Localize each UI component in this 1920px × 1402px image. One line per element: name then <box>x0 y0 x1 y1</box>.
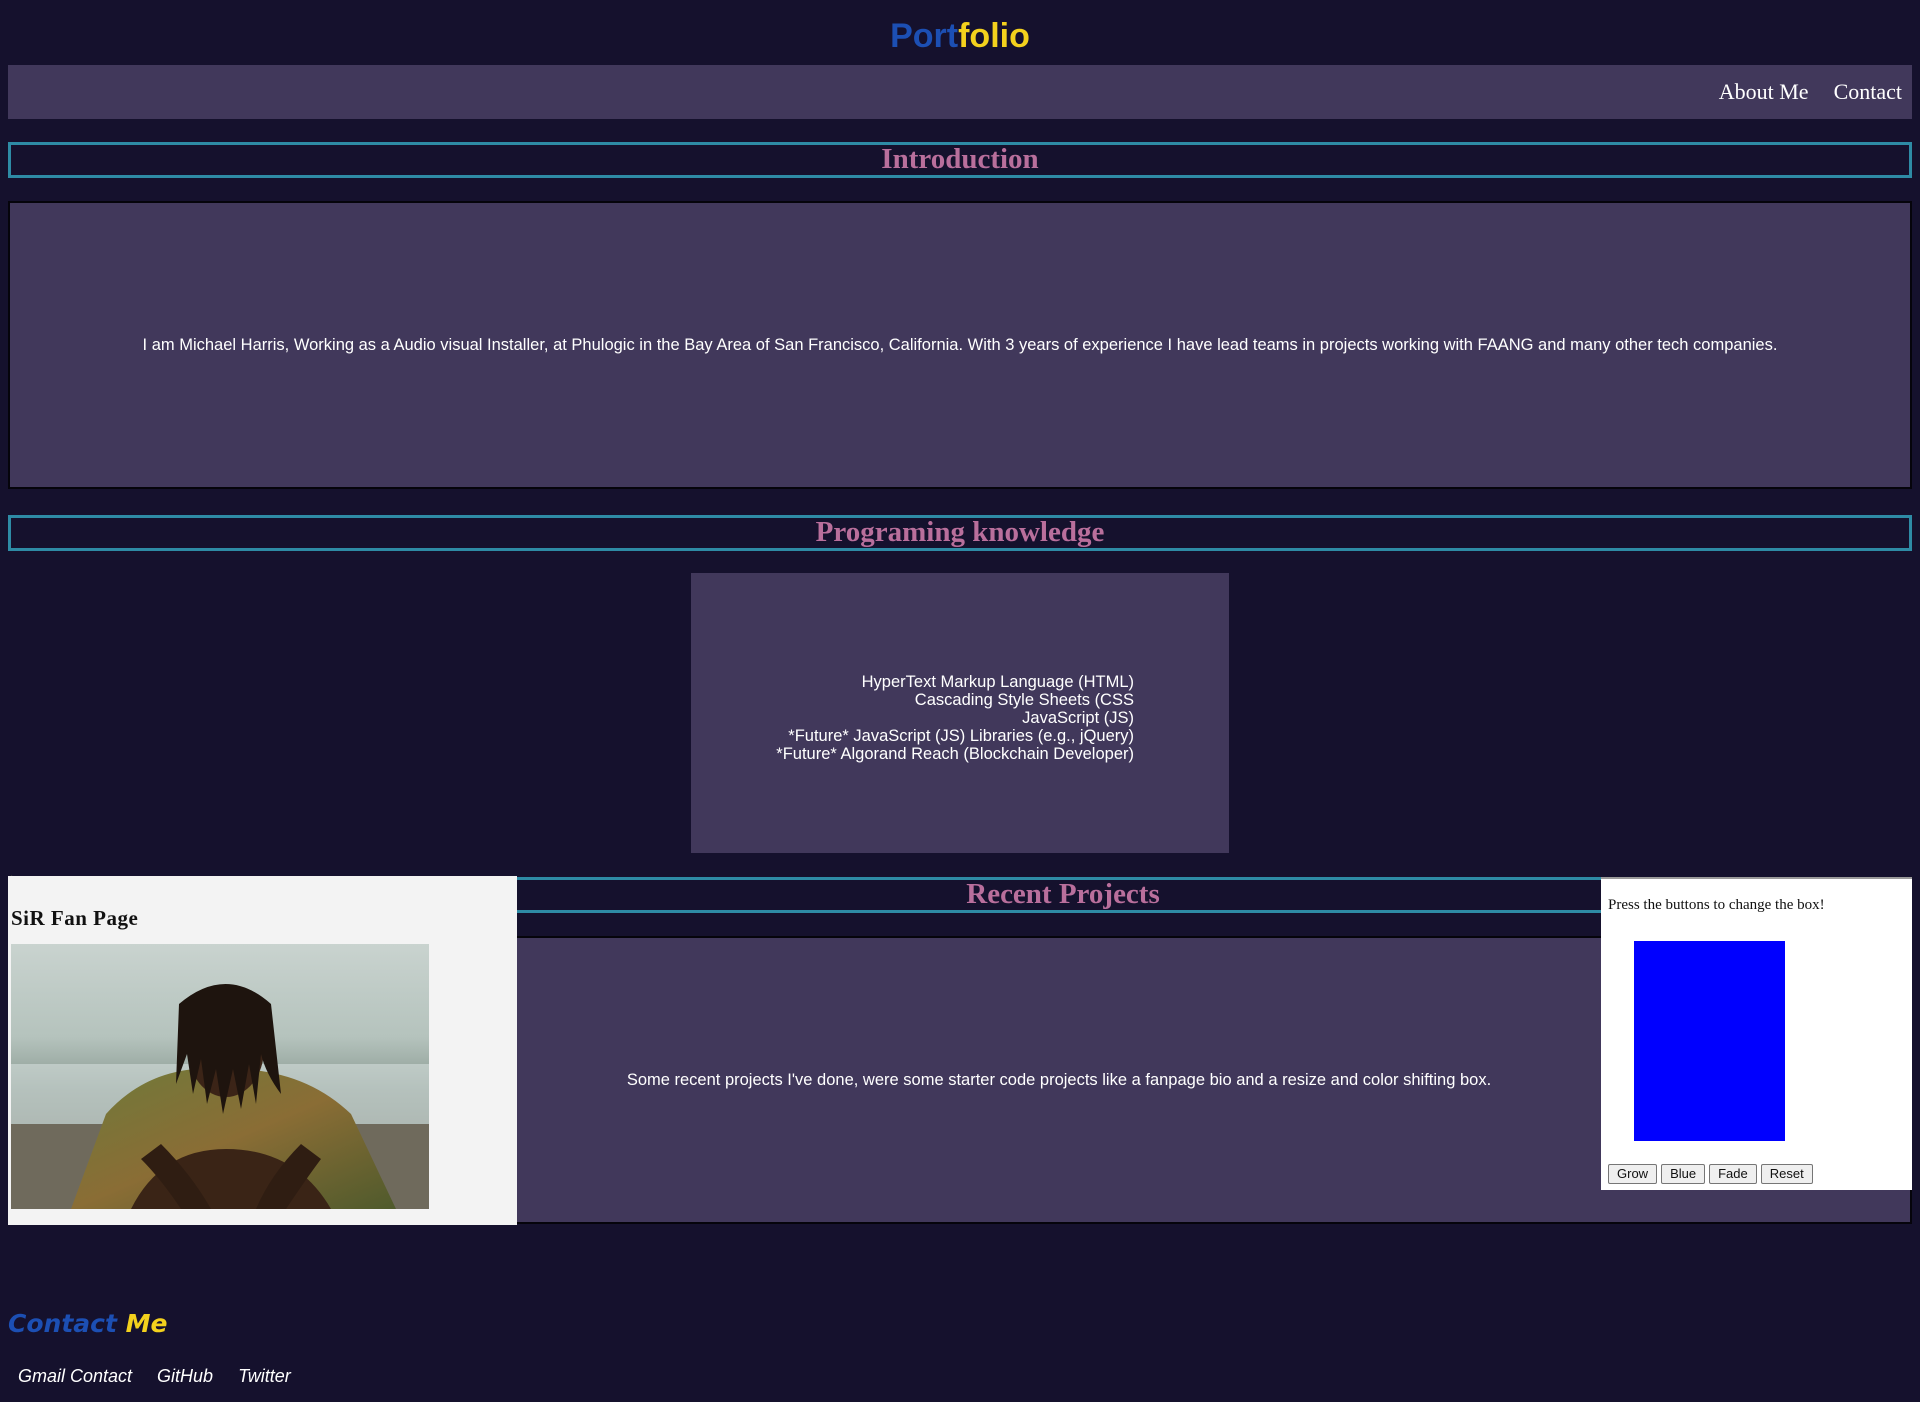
github-link[interactable]: GitHub <box>157 1366 213 1387</box>
programming-item: *Future* JavaScript (JS) Libraries (e.g.… <box>788 727 1134 745</box>
programming-list: HyperText Markup Language (HTML) Cascadi… <box>776 673 1134 763</box>
reset-button[interactable]: Reset <box>1760 1164 1813 1184</box>
box-widget-embed[interactable]: Press the buttons to change the box! Gro… <box>1601 877 1912 1190</box>
programming-item: Cascading Style Sheets (CSS <box>914 691 1134 709</box>
fanpage-marker: · <box>10 870 14 881</box>
grow-button[interactable]: Grow <box>1608 1164 1658 1184</box>
box-instruction: Press the buttons to change the box! <box>1608 897 1825 913</box>
programming-item: *Future* Algorand Reach (Blockchain Deve… <box>776 745 1134 763</box>
contact-heading: Contact Me <box>8 1308 167 1340</box>
gmail-contact-link[interactable]: Gmail Contact <box>18 1366 132 1387</box>
programming-box: HyperText Markup Language (HTML) Cascadi… <box>691 573 1229 853</box>
site-title-part1: Port <box>890 17 959 55</box>
projects-text: Some recent projects I've done, were som… <box>626 1070 1492 1089</box>
fanpage-title: SiR Fan Page <box>11 906 139 930</box>
programming-item: JavaScript (JS) <box>1022 709 1134 727</box>
programming-item: HyperText Markup Language (HTML) <box>861 673 1134 691</box>
introduction-heading: Introduction <box>8 142 1912 178</box>
introduction-text: I am Michael Harris, Working as a Audio … <box>142 335 1778 354</box>
projects-heading-text: Recent Projects <box>966 878 1160 910</box>
color-box <box>1634 941 1785 1141</box>
contact-heading-part2: Me <box>125 1309 168 1338</box>
blue-button[interactable]: Blue <box>1661 1164 1706 1184</box>
fanpage-photo <box>11 944 429 1209</box>
box-buttons: Grow Blue Fade Reset <box>1608 1164 1813 1184</box>
nav-links: About Me Contact <box>1694 65 1902 119</box>
introduction-box: I am Michael Harris, Working as a Audio … <box>8 201 1912 489</box>
nav-link-about-me[interactable]: About Me <box>1719 79 1809 105</box>
site-title: Portfolio <box>0 14 1920 58</box>
fanpage-embed[interactable]: · SiR Fan Page <box>8 870 517 1225</box>
programming-heading: Programing knowledge <box>8 515 1912 551</box>
fade-button[interactable]: Fade <box>1709 1164 1757 1184</box>
fanpage-photo-image <box>11 944 429 1209</box>
twitter-link[interactable]: Twitter <box>238 1366 291 1387</box>
navbar: About Me Contact <box>8 65 1912 119</box>
contact-heading-part1: Contact <box>8 1309 117 1338</box>
nav-link-contact[interactable]: Contact <box>1834 79 1902 105</box>
site-title-part2: folio <box>958 17 1030 55</box>
contact-links: Gmail Contact GitHub Twitter <box>18 1366 316 1387</box>
